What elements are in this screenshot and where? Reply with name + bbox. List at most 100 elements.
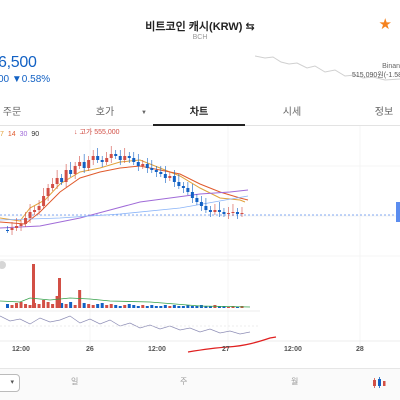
volume-bar [46, 302, 50, 308]
chart-grid [0, 126, 400, 351]
candle-body [136, 162, 140, 166]
candle-body [141, 164, 145, 166]
candle-body [168, 176, 172, 178]
candle-body [96, 156, 100, 160]
volume-bar [181, 306, 185, 308]
mini-chart-value: 515,090원(-1.58%) [352, 72, 400, 79]
candlestick-chart[interactable] [0, 126, 400, 366]
candle-body [28, 212, 32, 218]
candle-body [33, 210, 37, 212]
candle-body [10, 228, 14, 230]
candle-body [114, 154, 118, 156]
candle-body [154, 170, 158, 172]
volume-bar [226, 307, 230, 308]
candlestick-icon[interactable] [372, 377, 386, 389]
tab-quotes[interactable]: 시세 [270, 100, 314, 126]
volume-bar [190, 306, 194, 308]
volume-bar [64, 304, 68, 308]
mini-chart-exchange: Binan [382, 63, 400, 70]
volume-bar [69, 302, 73, 308]
volume-bar [132, 305, 136, 308]
header: 비트코인 캐시(KRW) ⇆ BCH ★ [0, 0, 400, 48]
page-title[interactable]: 비트코인 캐시(KRW) ⇆ [0, 18, 400, 34]
candle-body [69, 170, 73, 174]
x-axis-label: 28 [356, 346, 364, 353]
candle-body [78, 162, 82, 166]
candle-body [217, 210, 221, 212]
volume-bar [105, 305, 109, 308]
candle-body [6, 230, 9, 231]
favorite-star-icon[interactable]: ★ [379, 17, 392, 32]
volume-bar [51, 304, 55, 308]
candle-body [46, 188, 50, 196]
candle-body [240, 213, 244, 214]
candle-body [150, 168, 154, 170]
volume-bar [28, 305, 32, 308]
volume-bar [150, 305, 154, 308]
volume-bar [118, 306, 122, 308]
chevron-down-icon[interactable]: ▼ [141, 100, 147, 126]
volume-bar [159, 306, 163, 308]
candle-body [222, 212, 226, 214]
drawing-annotation[interactable] [187, 336, 277, 353]
candle-body [51, 184, 55, 188]
ma-30-line [0, 189, 249, 229]
candle-body [87, 160, 91, 168]
candle-body [145, 164, 149, 168]
volume-bar [177, 306, 181, 308]
x-axis-label: 12:00 [148, 346, 166, 353]
candle-body [235, 212, 239, 214]
candle-body [177, 182, 181, 186]
period-month[interactable]: 월 [291, 376, 298, 387]
candle-body [231, 212, 235, 213]
volume-bar [127, 304, 131, 308]
candles [6, 146, 244, 235]
volume-bar [199, 305, 203, 308]
tab-chart[interactable]: 차트 [153, 100, 245, 126]
period-day[interactable]: 일 [71, 376, 78, 387]
volume-bar [82, 303, 86, 308]
volume-bar [15, 303, 19, 308]
candle-body [100, 160, 104, 162]
tab-info[interactable]: 정보 [362, 100, 400, 126]
candle-body [132, 158, 136, 162]
volume-bar [141, 305, 145, 308]
candle-body [172, 176, 176, 182]
price-scale-handle[interactable] [396, 202, 400, 222]
rsi-line [0, 315, 251, 335]
tab-orderbook[interactable]: 호가 [80, 100, 130, 126]
volume-bar [6, 304, 9, 308]
candle-body [64, 170, 68, 182]
interval-dropdown[interactable]: ▾ [0, 374, 20, 392]
candle-body [73, 166, 77, 174]
x-axis-label: 12:00 [284, 346, 302, 353]
x-axis-label: 26 [86, 346, 94, 353]
volume-bar [123, 305, 127, 308]
period-week[interactable]: 주 [180, 376, 187, 387]
volume-bar [195, 306, 199, 308]
candle-body [15, 226, 19, 228]
volume-bar [96, 304, 100, 308]
volume-bar [32, 264, 35, 308]
volume-bar [100, 303, 104, 308]
page-subtitle: BCH [192, 34, 208, 41]
volume-bar [168, 306, 172, 308]
candle-body [118, 156, 122, 160]
candle-body [19, 224, 23, 226]
volume-bar [73, 305, 77, 308]
candle-body [42, 196, 46, 206]
tab-order[interactable]: 주문 [0, 100, 34, 126]
volume-bar [19, 302, 23, 308]
price-summary: 6,500 00 ▼0.58% Binan 515,090원(-1.58%) [0, 50, 400, 90]
candle-body [186, 188, 190, 192]
volume-bar [42, 300, 46, 308]
volume-bar [87, 304, 91, 308]
candle-body [226, 213, 230, 214]
candle-body [55, 178, 59, 184]
volume-bar [37, 304, 41, 308]
price-change: 00 ▼0.58% [0, 74, 51, 85]
candle-body [181, 186, 185, 188]
volume-bar [114, 305, 118, 308]
candle-body [213, 210, 217, 212]
period-bar: ▾ 일 주 월 [0, 368, 400, 400]
